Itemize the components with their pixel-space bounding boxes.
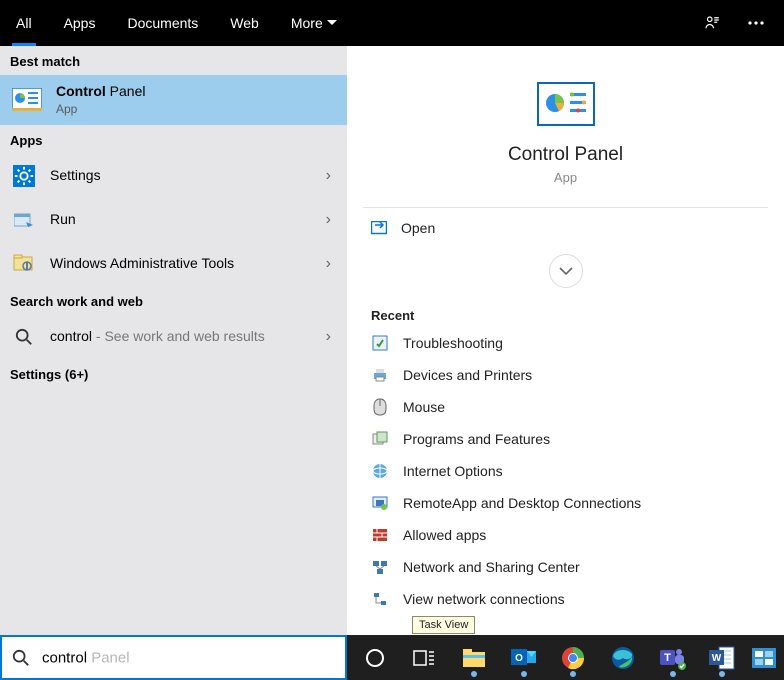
remoteapp-icon — [371, 494, 389, 512]
detail-card: Control Panel App — [363, 82, 768, 208]
chevron-right-icon: › — [326, 255, 337, 273]
recent-header: Recent — [347, 302, 784, 327]
work-web-item[interactable]: control - See work and web results › — [0, 315, 347, 359]
programs-icon — [371, 430, 389, 448]
recent-item-mouse[interactable]: Mouse — [361, 391, 770, 423]
admin-tools-icon — [10, 250, 38, 278]
ellipsis-icon[interactable] — [734, 0, 778, 46]
tab-web[interactable]: Web — [214, 0, 275, 46]
recent-item-programs-features[interactable]: Programs and Features — [361, 423, 770, 455]
best-match-title-bold: Control — [56, 83, 106, 99]
search-input[interactable] — [40, 649, 335, 666]
network-sharing-icon — [371, 558, 389, 576]
recent-item-label: View network connections — [403, 591, 565, 607]
apps-item-admin-tools[interactable]: Windows Administrative Tools › — [0, 242, 347, 286]
mouse-icon — [371, 398, 389, 416]
expand-button[interactable] — [549, 254, 583, 288]
detail-panel: Control Panel App Open Recent Troublesho… — [347, 46, 784, 635]
detail-actions: Open — [363, 208, 768, 248]
gear-icon — [10, 162, 38, 190]
taskbar-outlook[interactable]: O — [500, 637, 548, 679]
troubleshooting-icon — [371, 334, 389, 352]
chevron-right-icon: › — [326, 328, 337, 346]
work-web-suffix: - See work and web results — [92, 328, 265, 344]
chevron-down-icon — [327, 20, 337, 26]
results-panel: Best match Control Panel App Apps Settin… — [0, 46, 347, 635]
apps-item-run[interactable]: Run › — [0, 198, 347, 242]
svg-text:T: T — [664, 652, 671, 664]
recent-item-label: Programs and Features — [403, 431, 550, 447]
recent-item-network-connections[interactable]: View network connections — [361, 583, 770, 615]
taskbar-edge[interactable] — [599, 637, 647, 679]
recent-item-devices-printers[interactable]: Devices and Printers — [361, 359, 770, 391]
best-match-title-rest: Panel — [106, 83, 146, 99]
printer-icon — [371, 366, 389, 384]
control-panel-large-icon — [537, 82, 595, 126]
top-bar-spacer — [353, 0, 690, 46]
best-match-header: Best match — [0, 46, 347, 75]
task-view-button[interactable] — [401, 637, 449, 679]
taskbar: O T W — [347, 635, 784, 680]
open-action[interactable]: Open — [363, 208, 768, 248]
tab-documents[interactable]: Documents — [111, 0, 214, 46]
tab-more[interactable]: More — [275, 0, 353, 46]
detail-sub: App — [363, 170, 768, 185]
recent-item-internet-options[interactable]: Internet Options — [361, 455, 770, 487]
chevron-right-icon: › — [326, 167, 337, 185]
apps-item-label: Settings — [50, 167, 314, 185]
taskbar-teams[interactable]: T — [649, 637, 697, 679]
task-view-tooltip: Task View — [412, 616, 475, 634]
recent-item-label: RemoteApp and Desktop Connections — [403, 495, 641, 511]
work-web-header: Search work and web — [0, 286, 347, 315]
tab-all[interactable]: All — [0, 0, 48, 46]
tab-more-label: More — [291, 15, 323, 31]
svg-text:W: W — [712, 653, 722, 664]
recent-item-remoteapp[interactable]: RemoteApp and Desktop Connections — [361, 487, 770, 519]
internet-icon — [371, 462, 389, 480]
apps-header: Apps — [0, 125, 347, 154]
work-web-label: control — [50, 328, 92, 344]
recent-item-allowed-apps[interactable]: Allowed apps — [361, 519, 770, 551]
open-label: Open — [401, 220, 435, 236]
recent-item-label: Devices and Printers — [403, 367, 532, 383]
taskbar-word[interactable]: W — [699, 637, 747, 679]
apps-item-settings[interactable]: Settings › — [0, 154, 347, 198]
recent-item-label: Allowed apps — [403, 527, 486, 543]
taskbar-chrome[interactable] — [550, 637, 598, 679]
search-icon — [10, 323, 38, 351]
settings-more-item[interactable]: Settings (6+) — [0, 359, 347, 390]
recent-item-label: Troubleshooting — [403, 335, 503, 351]
recent-item-label: Mouse — [403, 399, 445, 415]
search-filter-bar: All Apps Documents Web More — [0, 0, 784, 46]
feedback-icon[interactable] — [690, 0, 734, 46]
best-match-text: Control Panel App — [56, 83, 337, 117]
taskbar-app-generic[interactable] — [748, 637, 780, 679]
recent-item-label: Internet Options — [403, 463, 503, 479]
chevron-right-icon: › — [326, 211, 337, 229]
recent-item-network-sharing[interactable]: Network and Sharing Center — [361, 551, 770, 583]
taskbar-file-explorer[interactable] — [450, 637, 498, 679]
recent-item-label: Network and Sharing Center — [403, 559, 580, 575]
firewall-icon — [371, 526, 389, 544]
open-icon — [371, 221, 387, 235]
search-box[interactable]: control Panel — [0, 635, 347, 680]
best-match-item[interactable]: Control Panel App — [0, 75, 347, 125]
search-icon — [12, 649, 30, 667]
network-connections-icon — [371, 590, 389, 608]
tab-apps[interactable]: Apps — [48, 0, 112, 46]
run-icon — [10, 206, 38, 234]
detail-title: Control Panel — [363, 144, 768, 166]
svg-text:O: O — [515, 653, 523, 664]
apps-item-label: Run — [50, 211, 314, 229]
apps-item-label: Windows Administrative Tools — [50, 255, 314, 273]
recent-list: Troubleshooting Devices and Printers Mou… — [347, 327, 784, 615]
content-area: Best match Control Panel App Apps Settin… — [0, 46, 784, 635]
best-match-sub: App — [56, 102, 337, 117]
recent-item-troubleshooting[interactable]: Troubleshooting — [361, 327, 770, 359]
control-panel-icon — [10, 83, 44, 117]
cortana-button[interactable] — [351, 637, 399, 679]
